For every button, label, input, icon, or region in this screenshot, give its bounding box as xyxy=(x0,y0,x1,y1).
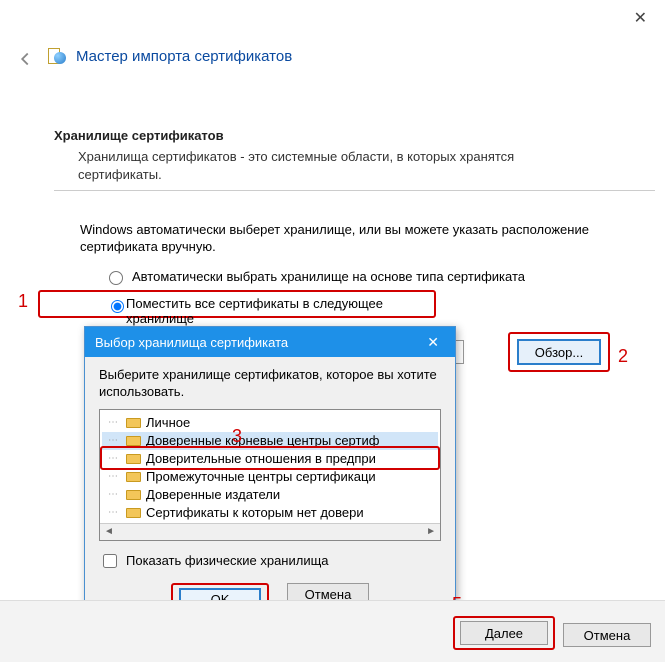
annotation-3: 3 xyxy=(232,426,242,447)
next-button[interactable]: Далее xyxy=(460,621,548,645)
scroll-right-icon[interactable]: ► xyxy=(422,526,440,537)
annotation-2: 2 xyxy=(618,346,628,367)
dialog-description: Выберите хранилище сертификатов, которое… xyxy=(99,367,441,401)
tree-item[interactable]: ⋯ Сертификаты к которым нет довери xyxy=(102,504,438,522)
certificate-wizard-icon xyxy=(44,46,68,70)
section-description: Хранилища сертификатов - это системные о… xyxy=(78,148,548,183)
tree-item[interactable]: ⋯ Доверительные отношения в предпри xyxy=(102,450,438,468)
show-physical-label: Показать физические хранилища xyxy=(126,553,329,568)
folder-icon xyxy=(126,452,142,465)
browse-button[interactable]: Обзор... xyxy=(517,339,601,365)
tree-item-label: Доверенные издатели xyxy=(146,487,280,502)
dialog-title: Выбор хранилища сертификата xyxy=(95,335,288,350)
tree-connector-icon: ⋯ xyxy=(108,453,122,464)
radio-manual-highlight: Поместить все сертификаты в следующее хр… xyxy=(38,290,436,318)
tree-item-label: Доверенные корневые центры сертиф xyxy=(146,433,379,448)
tree-item[interactable]: ⋯ Доверенные издатели xyxy=(102,486,438,504)
wizard-cancel-button[interactable]: Отмена xyxy=(563,623,651,647)
section-title: Хранилище сертификатов xyxy=(54,128,224,143)
horizontal-scrollbar[interactable]: ◄ ► xyxy=(100,523,440,540)
tree-item[interactable]: ⋯ Промежуточные центры сертификаци xyxy=(102,468,438,486)
annotation-1: 1 xyxy=(18,291,28,312)
tree-connector-icon: ⋯ xyxy=(108,471,122,482)
next-highlight: Далее xyxy=(453,616,555,650)
folder-icon xyxy=(126,506,142,519)
dialog-titlebar[interactable]: Выбор хранилища сертификата ✕ xyxy=(85,327,455,357)
back-arrow-icon[interactable] xyxy=(14,48,36,70)
certificate-store-tree[interactable]: ⋯ Личное ⋯ Доверенные корневые центры се… xyxy=(99,409,441,541)
dialog-close-icon[interactable]: ✕ xyxy=(421,332,445,353)
scroll-left-icon[interactable]: ◄ xyxy=(100,526,118,537)
close-icon[interactable]: ✕ xyxy=(634,8,647,28)
tree-connector-icon: ⋯ xyxy=(108,507,122,518)
folder-icon xyxy=(126,434,142,447)
radio-auto-row[interactable]: Автоматически выбрать хранилище на основ… xyxy=(104,268,525,285)
tree-connector-icon: ⋯ xyxy=(108,489,122,500)
wizard-bottom-bar: Далее Отмена xyxy=(0,600,665,662)
radio-auto[interactable] xyxy=(109,271,123,285)
tree-connector-icon: ⋯ xyxy=(108,435,122,446)
tree-item-label: Промежуточные центры сертификаци xyxy=(146,469,376,484)
wizard-title: Мастер импорта сертификатов xyxy=(76,48,292,65)
tree-item[interactable]: ⋯ Личное xyxy=(102,414,438,432)
tree-item-label: Доверительные отношения в предпри xyxy=(146,451,376,466)
folder-icon xyxy=(126,470,142,483)
tree-item-label: Личное xyxy=(146,415,190,430)
radio-manual-label: Поместить все сертификаты в следующее хр… xyxy=(126,296,434,326)
wizard-window: ✕ Мастер импорта сертификатов Хранилище … xyxy=(0,0,665,662)
tree-item-selected[interactable]: ⋯ Доверенные корневые центры сертиф xyxy=(102,432,438,450)
folder-icon xyxy=(126,488,142,501)
select-store-dialog: Выбор хранилища сертификата ✕ Выберите х… xyxy=(84,326,456,632)
show-physical-row[interactable]: Показать физические хранилища xyxy=(99,551,441,571)
browse-highlight: Обзор... xyxy=(508,332,610,372)
folder-icon xyxy=(126,416,142,429)
tree-item-label: Сертификаты к которым нет довери xyxy=(146,505,364,520)
divider xyxy=(54,190,655,191)
tree-connector-icon: ⋯ xyxy=(108,417,122,428)
radio-manual[interactable] xyxy=(111,300,124,313)
store-choice-description: Windows автоматически выберет хранилище,… xyxy=(80,222,600,256)
show-physical-checkbox[interactable] xyxy=(103,554,117,568)
radio-auto-label: Автоматически выбрать хранилище на основ… xyxy=(132,269,525,284)
